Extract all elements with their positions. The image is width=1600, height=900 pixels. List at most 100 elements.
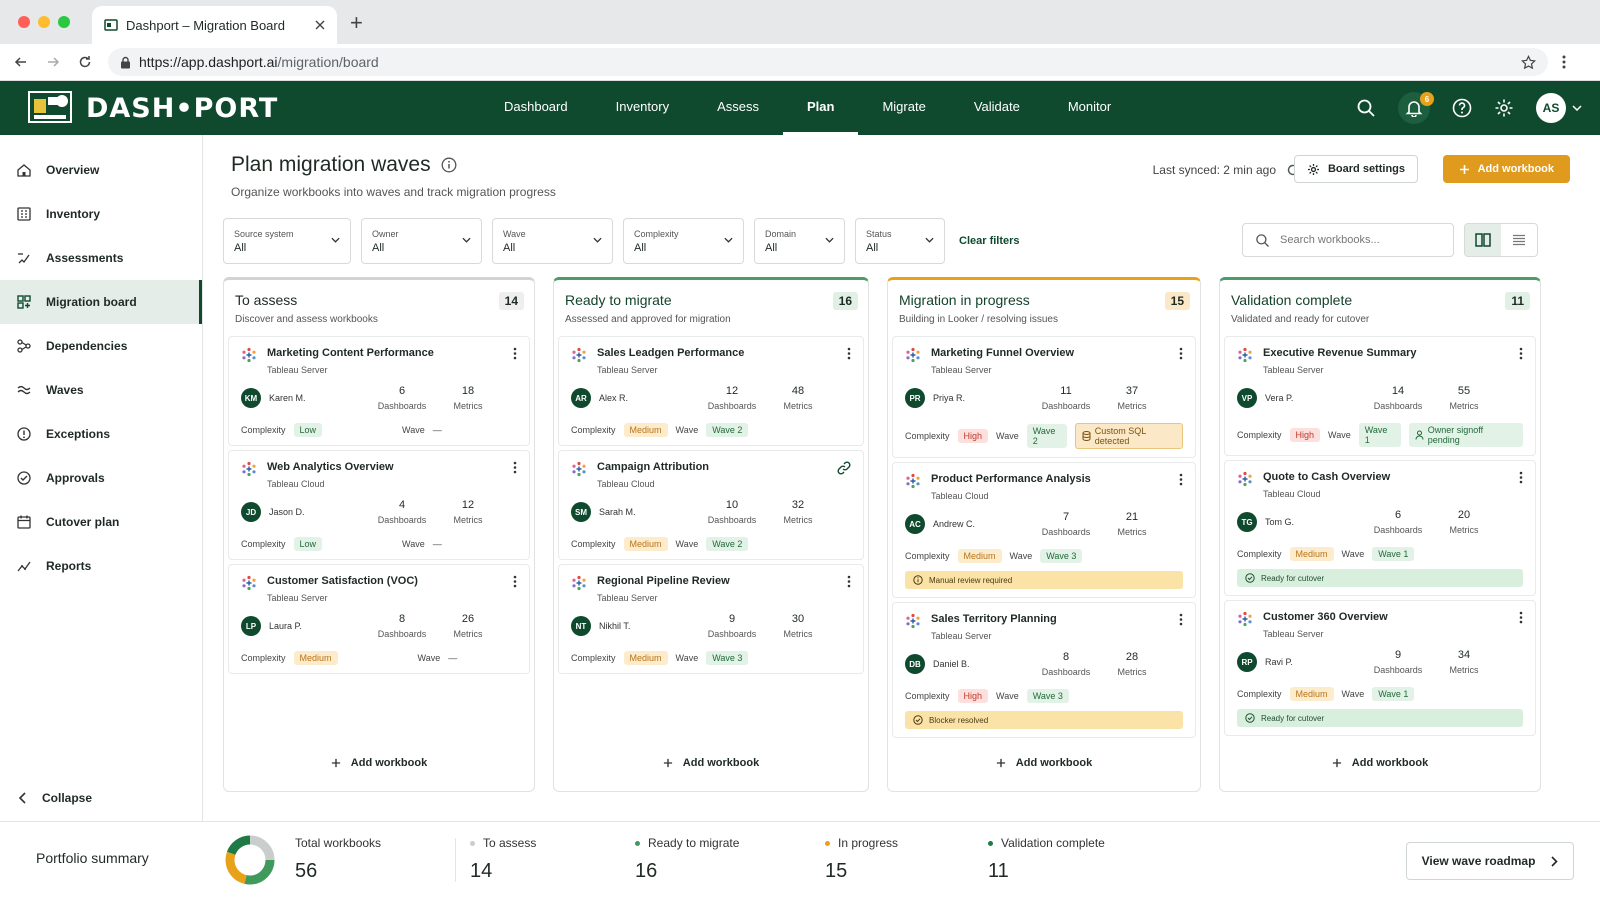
workbook-source: Tableau Server bbox=[1263, 365, 1324, 375]
more-vertical-icon[interactable] bbox=[1519, 347, 1523, 360]
close-tab-icon[interactable] bbox=[315, 20, 325, 30]
link-icon[interactable] bbox=[837, 461, 851, 475]
search-input[interactable]: Search workbooks... bbox=[1242, 223, 1454, 257]
more-vertical-icon[interactable] bbox=[1179, 473, 1183, 486]
view-toggle bbox=[1464, 223, 1538, 257]
board-settings-button[interactable]: Board settings bbox=[1293, 155, 1418, 183]
workbook-card[interactable]: Customer Satisfaction (VOC) Tableau Serve… bbox=[228, 564, 530, 674]
filter-owner[interactable]: Owner All bbox=[361, 218, 482, 264]
dashboards-metric: 10 Dashboards bbox=[707, 499, 757, 525]
search-icon[interactable] bbox=[1356, 98, 1376, 118]
workbook-card[interactable]: Quote to Cash Overview Tableau Cloud TG Tom… bbox=[1224, 460, 1536, 596]
bookmark-star-icon[interactable] bbox=[1521, 54, 1536, 70]
sidebar-item-exceptions[interactable]: Exceptions bbox=[0, 412, 202, 456]
wave-label: Wave bbox=[417, 653, 441, 663]
more-vertical-icon[interactable] bbox=[1519, 611, 1523, 624]
owner-name: Laura P. bbox=[269, 621, 302, 631]
filter-complexity[interactable]: Complexity All bbox=[623, 218, 744, 264]
workbook-card[interactable]: Sales Territory Planning Tableau Server DB… bbox=[892, 602, 1196, 738]
minimize-window-button[interactable] bbox=[38, 16, 50, 28]
metrics-metric: 21 Metrics bbox=[1117, 511, 1147, 537]
wave-badge: Wave 3 bbox=[1026, 689, 1069, 703]
info-icon[interactable] bbox=[441, 157, 457, 173]
browser-menu-icon[interactable] bbox=[1562, 55, 1566, 69]
owner-name: Nikhil T. bbox=[599, 621, 631, 631]
sidebar-item-waves[interactable]: Waves bbox=[0, 368, 202, 412]
notifications-button[interactable]: 6 bbox=[1398, 92, 1434, 124]
sidebar-item-cutover-plan[interactable]: Cutover plan bbox=[0, 500, 202, 544]
sidebar-item-migration-board[interactable]: Migration board bbox=[0, 280, 202, 324]
workbook-card[interactable]: Product Performance Analysis Tableau Clou… bbox=[892, 462, 1196, 598]
wave-badge: Wave 1 bbox=[1372, 687, 1415, 701]
url-field[interactable]: https://app.dashport.ai/migration/board bbox=[108, 48, 1548, 76]
tableau-icon bbox=[905, 347, 921, 363]
stat-label: In progress bbox=[838, 836, 899, 850]
reload-icon[interactable] bbox=[78, 55, 92, 69]
more-vertical-icon[interactable] bbox=[847, 575, 851, 588]
nav-assess[interactable]: Assess bbox=[693, 81, 783, 135]
more-vertical-icon[interactable] bbox=[513, 347, 517, 360]
workbook-card[interactable]: Executive Revenue Summary Tableau Server V… bbox=[1224, 336, 1536, 456]
status-banner: Ready for cutover bbox=[1237, 569, 1523, 587]
workbook-source: Tableau Cloud bbox=[931, 491, 989, 501]
more-vertical-icon[interactable] bbox=[513, 461, 517, 474]
browser-tab[interactable]: Dashport – Migration Board bbox=[92, 6, 337, 44]
view-wave-roadmap-button[interactable]: View wave roadmap bbox=[1406, 842, 1574, 880]
filter-source-system[interactable]: Source system All bbox=[223, 218, 351, 264]
maximize-window-button[interactable] bbox=[58, 16, 70, 28]
view-wave-roadmap-label: View wave roadmap bbox=[1421, 854, 1536, 868]
sidebar-item-dependencies[interactable]: Dependencies bbox=[0, 324, 202, 368]
more-vertical-icon[interactable] bbox=[513, 575, 517, 588]
add-workbook-to-column-button[interactable]: Add workbook bbox=[888, 757, 1200, 769]
column-ready-to-migrate: Ready to migrate Assessed and approved fo… bbox=[553, 277, 869, 792]
clear-filters-link[interactable]: Clear filters bbox=[959, 235, 1020, 247]
forward-icon[interactable] bbox=[46, 55, 60, 69]
add-workbook-to-column-button[interactable]: Add workbook bbox=[224, 757, 534, 769]
close-window-button[interactable] bbox=[18, 16, 30, 28]
nav-inventory[interactable]: Inventory bbox=[592, 81, 693, 135]
add-workbook-to-column-button[interactable]: Add workbook bbox=[1220, 757, 1540, 769]
nav-migrate[interactable]: Migrate bbox=[858, 81, 949, 135]
more-vertical-icon[interactable] bbox=[1179, 347, 1183, 360]
sidebar-item-overview[interactable]: Overview bbox=[0, 148, 202, 192]
gear-icon[interactable] bbox=[1494, 98, 1514, 118]
sidebar-item-assessments[interactable]: Assessments bbox=[0, 236, 202, 280]
more-vertical-icon[interactable] bbox=[1179, 613, 1183, 626]
collapse-sidebar-button[interactable]: Collapse bbox=[0, 791, 92, 805]
chevron-down-icon bbox=[331, 237, 340, 243]
back-icon[interactable] bbox=[14, 55, 28, 69]
nav-dashboard[interactable]: Dashboard bbox=[480, 81, 592, 135]
workbook-card[interactable]: Campaign Attribution Tableau Cloud SM Sarah… bbox=[558, 450, 864, 560]
sidebar-item-inventory[interactable]: Inventory bbox=[0, 192, 202, 236]
new-tab-button[interactable]: + bbox=[350, 10, 363, 36]
more-vertical-icon[interactable] bbox=[847, 347, 851, 360]
more-vertical-icon[interactable] bbox=[1519, 471, 1523, 484]
url-path: /migration/board bbox=[277, 54, 379, 70]
add-workbook-to-column-button[interactable]: Add workbook bbox=[554, 757, 868, 769]
nav-plan[interactable]: Plan bbox=[783, 81, 859, 135]
reports-icon bbox=[16, 558, 32, 574]
list-view-button[interactable] bbox=[1501, 224, 1537, 256]
workbook-card[interactable]: Web Analytics Overview Tableau Cloud JD Jas… bbox=[228, 450, 530, 560]
workbook-card[interactable]: Regional Pipeline Review Tableau Server NT… bbox=[558, 564, 864, 674]
user-menu[interactable]: AS bbox=[1536, 93, 1582, 123]
workbook-card[interactable]: Sales Leadgen Performance Tableau Server A… bbox=[558, 336, 864, 446]
sidebar-item-approvals[interactable]: Approvals bbox=[0, 456, 202, 500]
workbook-source: Tableau Server bbox=[267, 593, 328, 603]
workbook-card[interactable]: Marketing Content Performance Tableau Ser… bbox=[228, 336, 530, 446]
sidebar-item-reports[interactable]: Reports bbox=[0, 544, 202, 588]
nav-monitor[interactable]: Monitor bbox=[1044, 81, 1135, 135]
avatar: AS bbox=[1536, 93, 1566, 123]
help-icon[interactable] bbox=[1452, 98, 1472, 118]
nav-validate[interactable]: Validate bbox=[950, 81, 1044, 135]
filter-status[interactable]: Status All bbox=[855, 218, 945, 264]
workbook-card[interactable]: Marketing Funnel Overview Tableau Server P… bbox=[892, 336, 1196, 458]
app-logo[interactable]: DASH•PORT bbox=[0, 91, 480, 125]
complexity-badge: High bbox=[1289, 428, 1321, 442]
filter-domain[interactable]: Domain All bbox=[754, 218, 845, 264]
workbook-card[interactable]: Customer 360 Overview Tableau Server RP Rav… bbox=[1224, 600, 1536, 736]
board-view-button[interactable] bbox=[1465, 224, 1501, 256]
column-subtitle: Assessed and approved for migration bbox=[565, 314, 731, 325]
add-workbook-button[interactable]: Add workbook bbox=[1442, 155, 1570, 183]
filter-wave[interactable]: Wave All bbox=[492, 218, 613, 264]
